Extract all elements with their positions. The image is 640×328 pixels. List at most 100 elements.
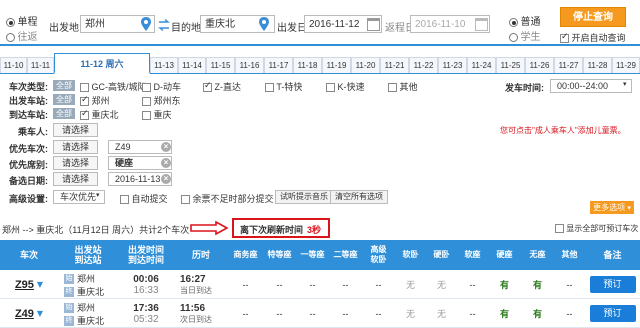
depart-time-select[interactable]: 00:00--24:00 [550, 79, 632, 93]
date-tab[interactable]: 11-20 [351, 57, 380, 73]
normal-radio[interactable] [509, 18, 518, 28]
train-number-link[interactable]: Z49 [15, 308, 34, 320]
date-tab[interactable]: 11-27 [554, 57, 583, 73]
checkbox[interactable] [181, 195, 190, 205]
checkbox[interactable] [326, 83, 335, 93]
checkbox[interactable] [142, 97, 151, 107]
swap-icon[interactable] [158, 19, 170, 31]
date-tab[interactable]: 11-29 [612, 57, 640, 73]
checkbox[interactable] [80, 83, 89, 93]
train-type-d[interactable]: D-动车 [142, 80, 181, 93]
date-tab[interactable]: 11-17 [264, 57, 293, 73]
chevron-down-icon[interactable]: ▼ [37, 309, 43, 318]
date-tab[interactable]: 11-21 [380, 57, 409, 73]
test-music-button[interactable]: 试听提示音乐 [275, 190, 333, 204]
column-header[interactable]: 出发时间 到达时间 [118, 240, 174, 270]
chevron-down-icon[interactable]: ▼ [37, 280, 43, 289]
all-tag[interactable]: 全部 [53, 108, 75, 119]
seat-availability[interactable]: 有 [521, 299, 554, 328]
train-number-link[interactable]: Z95 [15, 279, 34, 291]
book-button[interactable]: 预订 [589, 305, 636, 322]
seat-availability[interactable]: 有 [488, 299, 521, 328]
checkbox[interactable] [142, 111, 151, 121]
date-tab[interactable]: 11-14 [178, 57, 206, 73]
calendar-icon[interactable] [367, 18, 380, 31]
stop-query-button[interactable]: 停止查询 [560, 7, 626, 27]
date-tab[interactable]: 11-22 [409, 57, 438, 73]
passenger-student[interactable]: 学生 [509, 28, 541, 43]
all-tag[interactable]: 全部 [53, 80, 75, 91]
more-options-button[interactable]: 更多选项 ▾ [590, 201, 634, 214]
seat-availability[interactable]: 有 [521, 270, 554, 299]
passenger-choose-button[interactable]: 请选择 [53, 123, 99, 137]
checkbox[interactable] [555, 224, 564, 234]
checkbox[interactable] [265, 83, 274, 93]
seat-availability: -- [342, 279, 349, 290]
checkbox[interactable] [80, 95, 89, 107]
checkbox[interactable] [80, 109, 89, 121]
location-pin-icon[interactable] [258, 16, 270, 32]
column-header[interactable]: 出发站 到达站 [58, 240, 118, 270]
from-station-zhengzhoudong[interactable]: 郑州东 [142, 94, 181, 107]
train-type-t[interactable]: T-特快 [265, 80, 302, 93]
to-station-chongqingbei[interactable]: 重庆北 [80, 108, 119, 121]
roundtrip-radio[interactable] [6, 33, 15, 43]
auto-submit-option[interactable]: 自动提交 [120, 192, 168, 205]
clear-all-button[interactable]: 清空所有选项 [330, 190, 388, 204]
all-tag[interactable]: 全部 [53, 94, 75, 105]
train-cell: Z49 ▼ [0, 299, 58, 328]
backup-date-choose-button[interactable]: 请选择 [53, 172, 99, 186]
auto-query-checkbox[interactable] [560, 32, 569, 44]
column-header[interactable]: 历时 [174, 240, 228, 270]
student-label: 学生 [520, 32, 541, 43]
to-station-chongqing[interactable]: 重庆 [142, 108, 172, 121]
auto-query-label: 开启自动查询 [571, 33, 626, 43]
date-tab[interactable]: 11-11 [27, 57, 54, 73]
checkbox[interactable] [120, 195, 129, 205]
train-type-k[interactable]: K-快速 [326, 80, 365, 93]
student-radio[interactable] [509, 33, 518, 43]
train-cell: Z95 ▼ [0, 270, 58, 299]
train-type-z[interactable]: Z-直达 [203, 80, 241, 93]
remove-icon[interactable]: × [161, 142, 171, 152]
partial-submit-option[interactable]: 余票不足时部分提交 [181, 192, 274, 205]
book-button[interactable]: 预订 [589, 276, 636, 293]
auto-query-toggle[interactable]: 开启自动查询 [560, 31, 626, 44]
calendar-icon[interactable] [475, 18, 488, 31]
date-tab[interactable]: 11-23 [438, 57, 467, 73]
date-tab[interactable]: 11-18 [293, 57, 322, 73]
checkbox[interactable] [142, 83, 151, 93]
date-tab[interactable]: 11-15 [206, 57, 235, 73]
priority-train-choose-button[interactable]: 请选择 [53, 140, 99, 154]
train-type-gc[interactable]: GC-高铁/城际 [80, 80, 147, 93]
column-header: 无座 [529, 250, 546, 259]
checkbox[interactable] [388, 83, 397, 93]
date-tab[interactable]: 11-12 周六 [54, 53, 150, 74]
from-station-zhengzhou[interactable]: 郑州 [80, 94, 110, 107]
station-cell: 始郑州 终重庆北 [58, 270, 118, 299]
date-tab[interactable]: 11-25 [496, 57, 525, 73]
seat-availability: -- [276, 308, 283, 319]
date-tab[interactable]: 11-13 [150, 57, 178, 73]
trip-type-roundtrip[interactable]: 往返 [6, 28, 38, 43]
date-tab[interactable]: 11-10 [0, 57, 27, 73]
red-arrow-icon [190, 221, 228, 235]
checkbox[interactable] [203, 81, 212, 93]
trip-type-oneway[interactable]: 单程 [6, 13, 38, 28]
date-tab[interactable]: 11-26 [525, 57, 554, 73]
passenger-normal[interactable]: 普通 [509, 13, 541, 28]
priority-seat-choose-button[interactable]: 请选择 [53, 156, 99, 170]
date-tab[interactable]: 11-19 [322, 57, 351, 73]
location-pin-icon[interactable] [140, 16, 152, 32]
date-tab[interactable]: 11-28 [583, 57, 612, 73]
date-tab[interactable]: 11-24 [467, 57, 496, 73]
remove-icon[interactable]: × [161, 158, 171, 168]
remove-icon[interactable]: × [161, 174, 171, 184]
arrive-day: 次日到达 [180, 314, 212, 324]
train-type-other[interactable]: 其他 [388, 80, 418, 93]
oneway-radio[interactable] [6, 18, 15, 28]
date-tab[interactable]: 11-16 [235, 57, 264, 73]
chevron-down-icon: ▾ [627, 204, 631, 212]
seat-availability[interactable]: 有 [488, 270, 521, 299]
show-all-option[interactable]: 显示全部可预订车次 [555, 223, 638, 234]
